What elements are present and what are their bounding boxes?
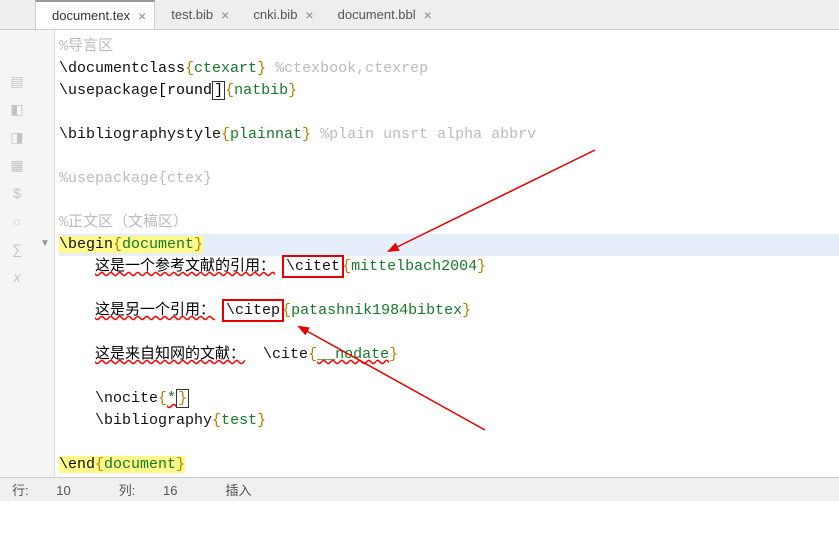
tab-test-bib[interactable]: test.bib × (155, 0, 237, 29)
status-bar: 行: 10 列: 16 插入 (0, 477, 839, 501)
tab-label: document.bbl (338, 7, 416, 22)
fold-icon[interactable]: ▼ (40, 238, 50, 249)
arg: mittelbach2004 (351, 258, 477, 275)
close-icon[interactable]: × (305, 7, 313, 23)
tab-cnki-bib[interactable]: cnki.bib × (237, 0, 321, 29)
close-icon[interactable]: × (138, 8, 146, 24)
sidebar-icon[interactable]: ○ (6, 210, 28, 232)
sidebar-icon[interactable]: $ (6, 182, 28, 204)
arg: ctexart (194, 60, 257, 77)
arg: natbib (234, 82, 288, 99)
cmd: \documentclass (59, 60, 185, 77)
arg: test (221, 412, 257, 429)
tab-bar: document.tex × test.bib × cnki.bib × docume… (0, 0, 839, 30)
arg: plainnat (230, 126, 302, 143)
sidebar-icon[interactable]: ∑ (6, 238, 28, 260)
text: 这是另一个引用： (95, 302, 215, 319)
tab-label: cnki.bib (253, 7, 297, 22)
arg: patashnik1984bibtex (291, 302, 462, 319)
cmd: \bibliographystyle (59, 126, 221, 143)
code-line: %正文区（文稿区） (59, 214, 188, 231)
sidebar-icon[interactable]: x (6, 266, 28, 288)
cmd: \citep (226, 302, 280, 319)
sidebar-icon[interactable]: ◨ (6, 126, 28, 148)
comment: %plain unsrt alpha abbrv (311, 126, 536, 143)
icon-strip: ▤ ◧ ◨ ▦ $ ○ ∑ x (6, 70, 28, 294)
cmd: \nocite (95, 390, 158, 407)
text: 这是一个参考文献的引用： (95, 258, 275, 275)
gutter: ▼ ▤ ◧ ◨ ▦ $ ○ ∑ x (0, 30, 55, 477)
row-indicator: 行: 10 (12, 480, 95, 499)
tab-document-bbl[interactable]: document.bbl × (322, 0, 440, 29)
cmd: \cite (263, 346, 308, 363)
cmd: \begin (59, 236, 113, 253)
mode-indicator: 插入 (225, 480, 251, 499)
arg: * (167, 390, 176, 407)
col-indicator: 列: 16 (119, 480, 202, 499)
text: 这是来自知网的文献： (95, 346, 245, 363)
tab-label: test.bib (171, 7, 213, 22)
cmd: \usepackage (59, 82, 158, 99)
tab-label: document.tex (52, 8, 130, 23)
close-icon[interactable]: × (221, 7, 229, 23)
arg: document (122, 236, 194, 253)
sidebar-icon[interactable]: ◧ (6, 98, 28, 120)
cmd: \end (59, 456, 95, 473)
comment: %ctexbook,ctexrep (266, 60, 428, 77)
cmd: \bibliography (95, 412, 212, 429)
arg: document (104, 456, 176, 473)
close-icon[interactable]: × (424, 7, 432, 23)
cmd: \citet (286, 258, 340, 275)
sidebar-icon[interactable]: ▦ (6, 154, 28, 176)
tab-document-tex[interactable]: document.tex × (35, 0, 155, 29)
opt: round (167, 82, 212, 99)
sidebar-icon[interactable]: ▤ (6, 70, 28, 92)
code-line: %导言区 (59, 38, 113, 55)
code-line: %usepackage{ctex} (59, 170, 212, 187)
editor[interactable]: %导言区 \documentclass{ctexart} %ctexbook,c… (55, 30, 839, 477)
arg: __nodate (317, 346, 389, 363)
